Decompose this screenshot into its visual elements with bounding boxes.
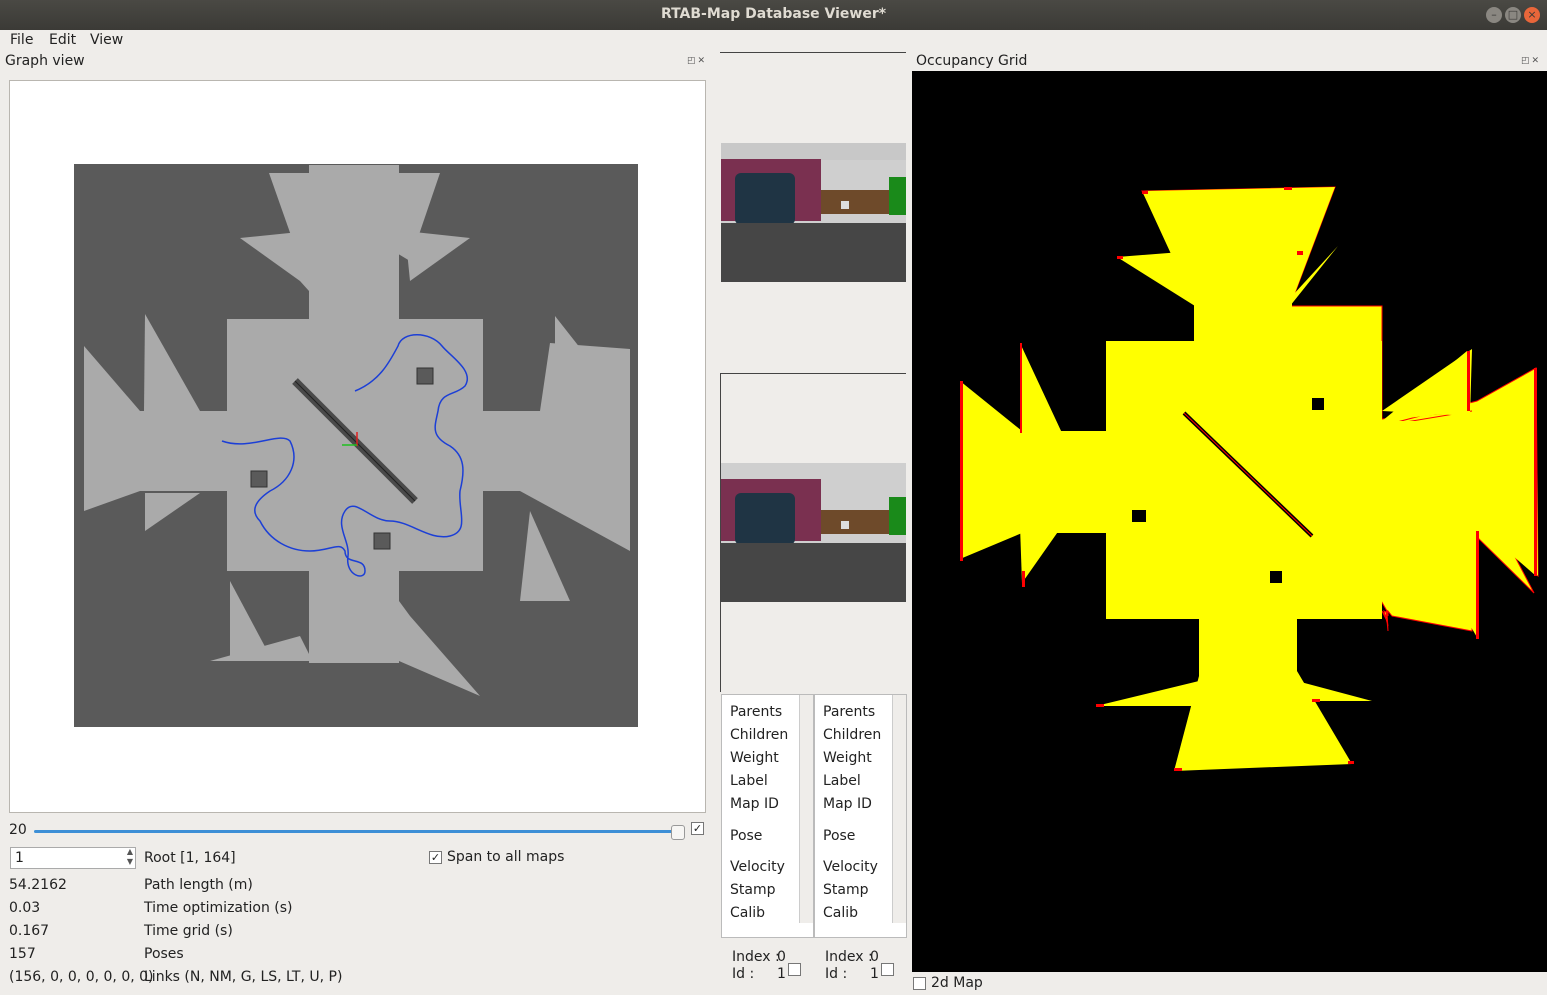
title-bar: RTAB-Map Database Viewer* – □ × bbox=[0, 0, 1547, 30]
occupancy-grid-title: Occupancy Grid bbox=[916, 53, 1028, 69]
window-title: RTAB-Map Database Viewer* bbox=[660, 6, 887, 22]
span-label: Span to all maps bbox=[447, 849, 565, 865]
info-row: Stamp bbox=[730, 882, 776, 898]
camera-image-2 bbox=[721, 463, 906, 602]
stat-value: (156, 0, 0, 0, 0, 0, 0) bbox=[9, 969, 154, 985]
info-row: Parents bbox=[730, 704, 783, 720]
stat-value: 157 bbox=[9, 946, 36, 962]
info-row: Children bbox=[823, 727, 882, 743]
root-label: Root [1, 164] bbox=[144, 850, 236, 866]
slider-checkbox[interactable]: ✓ bbox=[691, 822, 704, 835]
info-row: Weight bbox=[730, 750, 779, 766]
camera-image-1 bbox=[721, 143, 906, 282]
slider-value: 20 bbox=[9, 822, 27, 838]
info-row: Calib bbox=[823, 905, 859, 921]
stat-label: Path length (m) bbox=[144, 877, 253, 893]
info-row: Map ID bbox=[823, 796, 872, 812]
occupancy-grid-view[interactable] bbox=[912, 71, 1547, 972]
maximize-icon[interactable]: □ bbox=[1505, 7, 1521, 23]
info-row: Velocity bbox=[730, 859, 785, 875]
info-panel-right[interactable]: Parents Children Weight Label Map ID Pos… bbox=[814, 694, 907, 938]
spin-arrows-icon[interactable]: ▲ ▼ bbox=[127, 847, 133, 867]
minimize-icon[interactable]: – bbox=[1486, 7, 1502, 23]
info-row: Label bbox=[823, 773, 861, 789]
info-row: Pose bbox=[730, 828, 763, 844]
occupancy-map bbox=[960, 186, 1539, 771]
index-value: 0 bbox=[870, 949, 879, 965]
info-row: Calib bbox=[730, 905, 766, 921]
2d-map-label: 2d Map bbox=[931, 975, 983, 991]
index-value: 0 bbox=[777, 949, 786, 965]
stat-value: 54.2162 bbox=[9, 877, 67, 893]
menu-edit[interactable]: Edit bbox=[49, 32, 76, 48]
info-row: Pose bbox=[823, 828, 856, 844]
stat-label: Time optimization (s) bbox=[144, 900, 293, 916]
info-row: Label bbox=[730, 773, 768, 789]
info-row: Map ID bbox=[730, 796, 779, 812]
id-label: Id : bbox=[825, 966, 848, 982]
occupancy-float-close-icon[interactable]: ◰✕ bbox=[1521, 56, 1541, 66]
stat-value: 0.167 bbox=[9, 923, 50, 939]
index-label: Index : bbox=[825, 949, 873, 965]
info-left-scrollbar[interactable] bbox=[799, 695, 813, 923]
root-spinbox-value: 1 bbox=[15, 850, 24, 866]
graph-view-title: Graph view bbox=[5, 53, 85, 69]
menu-file[interactable]: File bbox=[10, 32, 33, 48]
2d-map-checkbox[interactable] bbox=[913, 977, 926, 990]
info-row: Parents bbox=[823, 704, 876, 720]
info-right-checkbox[interactable] bbox=[881, 963, 894, 976]
root-spinbox[interactable]: 1 ▲ ▼ bbox=[10, 847, 136, 869]
graph-slider-handle[interactable] bbox=[671, 825, 685, 840]
span-checkbox[interactable]: ✓ bbox=[429, 851, 442, 864]
index-label: Index : bbox=[732, 949, 780, 965]
info-panel-left[interactable]: Parents Children Weight Label Map ID Pos… bbox=[721, 694, 814, 938]
stat-label: Time grid (s) bbox=[144, 923, 233, 939]
stat-label: Links (N, NM, G, LS, LT, U, P) bbox=[144, 969, 343, 985]
close-icon[interactable]: × bbox=[1524, 7, 1540, 23]
stat-value: 0.03 bbox=[9, 900, 41, 916]
menu-view[interactable]: View bbox=[90, 32, 123, 48]
graph-view-canvas[interactable] bbox=[9, 80, 706, 813]
info-row: Weight bbox=[823, 750, 872, 766]
graph-view-float-close-icon[interactable]: ◰✕ bbox=[687, 56, 707, 66]
info-right-scrollbar[interactable] bbox=[892, 695, 906, 923]
menu-bar: File Edit View bbox=[0, 30, 1547, 52]
info-row: Children bbox=[730, 727, 789, 743]
id-label: Id : bbox=[732, 966, 755, 982]
id-value: 1 bbox=[870, 966, 879, 982]
info-left-checkbox[interactable] bbox=[788, 963, 801, 976]
info-row: Stamp bbox=[823, 882, 869, 898]
graph-map bbox=[74, 164, 638, 727]
info-row: Velocity bbox=[823, 859, 878, 875]
stat-label: Poses bbox=[144, 946, 184, 962]
graph-slider-track[interactable] bbox=[34, 830, 678, 833]
id-value: 1 bbox=[777, 966, 786, 982]
